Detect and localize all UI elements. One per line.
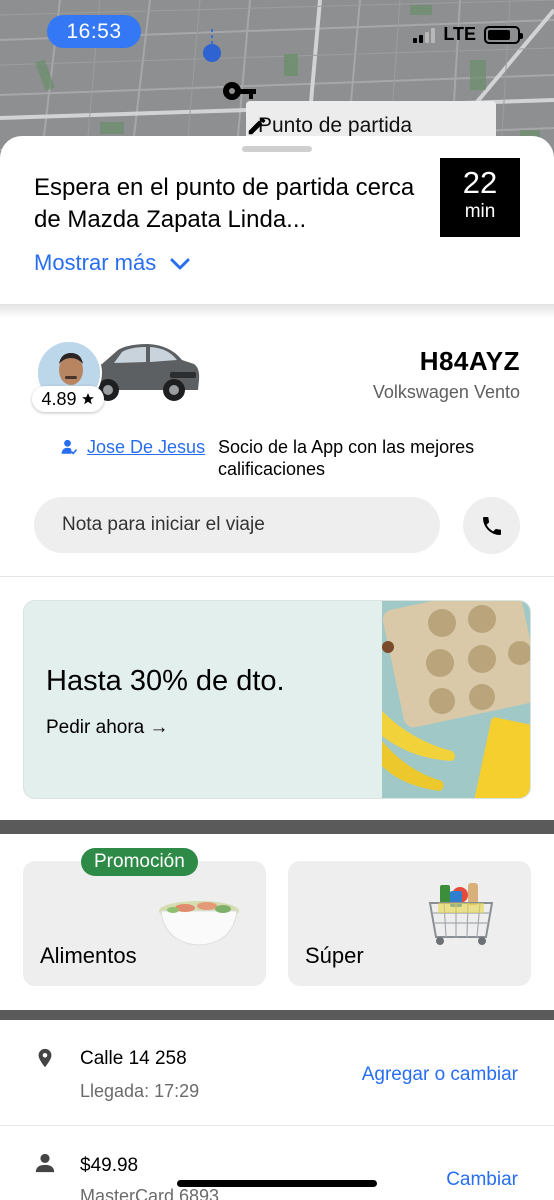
star-icon [81,393,94,405]
eta-box: 22 min [440,158,520,237]
category-tile-grocery[interactable]: Súper [288,861,531,986]
category-tile-food[interactable]: Alimentos [23,861,266,986]
sheet-grabber[interactable] [242,146,312,152]
status-time: 16:53 [47,15,141,48]
phone-icon [482,516,501,535]
driver-location-icon [203,29,221,62]
pickup-note-input[interactable] [34,497,440,553]
section-separator-band [0,820,554,834]
section-divider [0,576,554,577]
show-more-button[interactable]: Mostrar más [34,250,190,276]
section-separator-band [0,1010,554,1020]
promo-banner[interactable]: Hasta 30% de dto. Pedir ahora → [23,600,531,799]
driver-description: Socio de la App con las mejores califica… [218,437,475,479]
payment-method: MasterCard 6893 [80,1186,220,1200]
chevron-down-icon [170,258,190,270]
location-pin-icon [38,1048,52,1068]
promo-title: Hasta 30% de dto. [46,665,285,697]
order-now-link[interactable]: Pedir ahora → [46,717,169,739]
category-label-grocery: Súper [305,943,364,968]
driver-name-link[interactable]: Jose De Jesus [87,437,205,457]
grocery-basket-icon [428,883,494,945]
category-label-food: Alimentos [40,943,137,968]
arrival-time: Llegada: 17:29 [80,1081,200,1101]
driver-rating: 4.89 [32,386,104,412]
food-bowl-icon [159,901,239,946]
edit-pencil-icon[interactable] [246,115,268,137]
destination-address: Calle 14 258 [80,1048,187,1069]
promotion-badge: Promoción [81,848,198,876]
pickup-label: Punto de partida [258,114,413,137]
eta-unit: min [464,201,496,222]
change-destination-link[interactable]: Agregar o cambiar [362,1064,518,1086]
car-model: Volkswagen Vento [372,382,520,402]
call-driver-button[interactable] [463,497,520,554]
groceries-image [382,601,530,798]
verified-driver-icon [61,439,78,455]
trip-headline: Espera en el punto de partida cerca de M… [34,174,415,233]
status-icons: LTE [413,24,523,45]
section-divider [0,304,554,318]
section-divider [0,1125,554,1126]
rating-value: 4.89 [41,388,77,409]
fare-amount: $49.98 [80,1155,139,1176]
change-payment-link[interactable]: Cambiar [446,1169,518,1191]
eta-value: 22 [462,165,498,200]
license-plate: H84AYZ [419,346,520,376]
person-icon [35,1153,55,1173]
driver-info: Jose De Jesus · Socio de la App con las … [60,436,530,479]
battery-icon [484,25,523,44]
signal-icon [413,27,436,43]
home-indicator[interactable] [177,1180,377,1187]
network-label: LTE [443,24,476,44]
show-more-label: Mostrar más [34,250,157,275]
